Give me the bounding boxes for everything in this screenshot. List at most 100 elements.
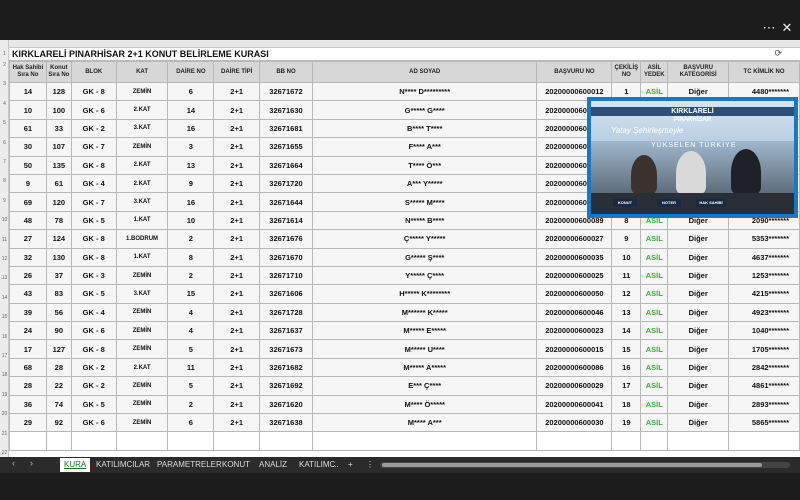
table-cell[interactable]: 12 <box>611 284 642 304</box>
table-cell[interactable]: 2+1 <box>213 247 261 267</box>
table-cell[interactable]: 10 <box>167 210 215 231</box>
table-cell[interactable]: M****** K***** <box>311 302 538 323</box>
table-cell[interactable]: 4861******* <box>728 376 800 396</box>
table-cell[interactable]: 28 <box>9 376 47 396</box>
table-cell[interactable]: 69 <box>9 192 47 212</box>
column-header[interactable]: DAİRE TİPİ <box>213 61 261 83</box>
tab-konut[interactable]: KONUT <box>222 458 250 472</box>
table-cell[interactable]: 33 <box>45 118 72 139</box>
table-cell[interactable]: 61 <box>9 118 47 139</box>
table-cell[interactable]: 32671682 <box>259 357 313 378</box>
table-cell[interactable]: T**** Ö*** <box>311 155 538 175</box>
table-cell[interactable]: Y***** Ç**** <box>311 265 538 286</box>
table-cell[interactable]: 107 <box>45 137 72 157</box>
table-cell[interactable]: GK - 8 <box>70 155 117 175</box>
table-cell[interactable]: ASİL <box>640 302 669 323</box>
horizontal-scrollbar[interactable] <box>380 462 790 468</box>
column-header[interactable]: BAŞVURU KATEGORİSİ <box>667 61 730 83</box>
table-cell[interactable]: 32671670 <box>259 247 313 267</box>
table-cell[interactable]: 10 <box>611 247 642 267</box>
row-number[interactable]: 4 <box>0 101 9 107</box>
table-cell[interactable]: B**** T**** <box>311 118 538 139</box>
table-cell[interactable]: 20200000600041 <box>536 394 613 415</box>
table-cell[interactable]: 74 <box>45 394 72 415</box>
tab-scroll-left-icon[interactable]: ‹ <box>12 458 15 468</box>
table-cell[interactable]: 20200000600027 <box>536 229 613 249</box>
table-cell[interactable]: 2 <box>167 265 215 286</box>
row-number[interactable]: 21 <box>0 431 9 437</box>
table-row[interactable]: 27 124 GK - 8 1.BODRUM 2 2+1 32671676 Ç***** Y*… <box>9 229 800 249</box>
table-cell[interactable]: 100 <box>45 100 72 120</box>
table-cell[interactable]: 28 <box>45 357 72 378</box>
row-number[interactable]: 2 <box>0 62 9 68</box>
table-cell[interactable]: 8 <box>167 247 215 267</box>
table-cell[interactable]: E*** Ç**** <box>311 376 538 396</box>
table-cell[interactable]: Diğer <box>667 376 730 396</box>
table-cell[interactable]: 14 <box>9 81 47 102</box>
row-number[interactable]: 18 <box>0 372 9 378</box>
table-cell[interactable]: M***** A***** <box>311 357 538 378</box>
table-cell[interactable]: 2842******* <box>728 357 800 378</box>
add-sheet-button[interactable]: + <box>348 458 353 472</box>
row-number[interactable]: 12 <box>0 256 9 262</box>
table-cell[interactable]: GK - 6 <box>70 321 117 341</box>
table-cell[interactable]: 2 <box>167 229 215 249</box>
table-cell[interactable]: 124 <box>45 229 72 249</box>
table-cell[interactable]: 2+1 <box>213 302 261 323</box>
table-cell[interactable]: 13 <box>611 302 642 323</box>
table-cell[interactable]: 2+1 <box>213 210 261 231</box>
table-cell[interactable]: ASİL <box>640 229 669 249</box>
empty-cell[interactable] <box>213 431 261 451</box>
table-cell[interactable]: M**** Ö***** <box>311 394 538 415</box>
row-number[interactable]: 5 <box>0 120 9 126</box>
table-cell[interactable]: 2+1 <box>213 229 261 249</box>
scrollbar-thumb[interactable] <box>382 463 762 467</box>
table-cell[interactable]: G***** G**** <box>311 100 538 120</box>
row-number[interactable]: 7 <box>0 159 9 165</box>
table-cell[interactable]: 9 <box>611 229 642 249</box>
column-header-strip[interactable] <box>0 40 800 48</box>
empty-cell[interactable] <box>45 431 72 451</box>
table-cell[interactable]: 13 <box>167 155 215 175</box>
table-cell[interactable]: 2+1 <box>213 100 261 120</box>
table-row[interactable]: 36 74 GK - 5 ZEMİN 2 2+1 32671620 M**** Ö***** 2… <box>9 394 800 415</box>
table-cell[interactable]: 50 <box>9 155 47 175</box>
table-cell[interactable]: ASİL <box>640 357 669 378</box>
table-cell[interactable]: 2.KAT <box>115 357 169 378</box>
column-header[interactable]: DAİRE NO <box>167 61 215 83</box>
table-cell[interactable]: 32671681 <box>259 118 313 139</box>
row-number[interactable]: 19 <box>0 392 9 398</box>
table-cell[interactable]: 92 <box>45 413 72 433</box>
table-cell[interactable]: 11 <box>611 265 642 286</box>
table-cell[interactable]: 5 <box>167 339 215 359</box>
table-cell[interactable]: 9 <box>167 173 215 194</box>
table-cell[interactable]: ASİL <box>640 339 669 359</box>
table-cell[interactable]: 4 <box>167 302 215 323</box>
empty-cell[interactable] <box>536 431 613 451</box>
table-cell[interactable]: 2.KAT <box>115 155 169 175</box>
table-cell[interactable]: 90 <box>45 321 72 341</box>
table-cell[interactable]: 32671728 <box>259 302 313 323</box>
table-cell[interactable]: 27 <box>9 229 47 249</box>
table-cell[interactable]: GK - 6 <box>70 100 117 120</box>
table-cell[interactable]: Diğer <box>667 284 730 304</box>
table-cell[interactable]: A*** Y***** <box>311 173 538 194</box>
row-number[interactable]: 15 <box>0 314 9 320</box>
table-cell[interactable]: 3.KAT <box>115 284 169 304</box>
table-cell[interactable]: 43 <box>9 284 47 304</box>
table-cell[interactable]: N***** B**** <box>311 210 538 231</box>
table-cell[interactable]: 26 <box>9 265 47 286</box>
table-cell[interactable]: 2+1 <box>213 118 261 139</box>
empty-cell[interactable] <box>667 431 730 451</box>
table-cell[interactable]: 16 <box>167 192 215 212</box>
table-cell[interactable]: 68 <box>9 357 47 378</box>
table-cell[interactable]: M**** A*** <box>311 413 538 433</box>
table-cell[interactable]: Ç***** Y***** <box>311 229 538 249</box>
table-row[interactable]: 26 37 GK - 3 ZEMİN 2 2+1 32671710 Y***** Ç**** 2… <box>9 265 800 286</box>
table-cell[interactable]: 2+1 <box>213 394 261 415</box>
table-cell[interactable]: 9 <box>9 173 47 194</box>
table-cell[interactable]: ASİL <box>640 321 669 341</box>
table-row[interactable]: 29 92 GK - 6 ZEMİN 6 2+1 32671638 M**** A*** 202… <box>9 413 800 433</box>
row-number[interactable]: 22 <box>0 450 9 456</box>
table-cell[interactable]: 2+1 <box>213 339 261 359</box>
